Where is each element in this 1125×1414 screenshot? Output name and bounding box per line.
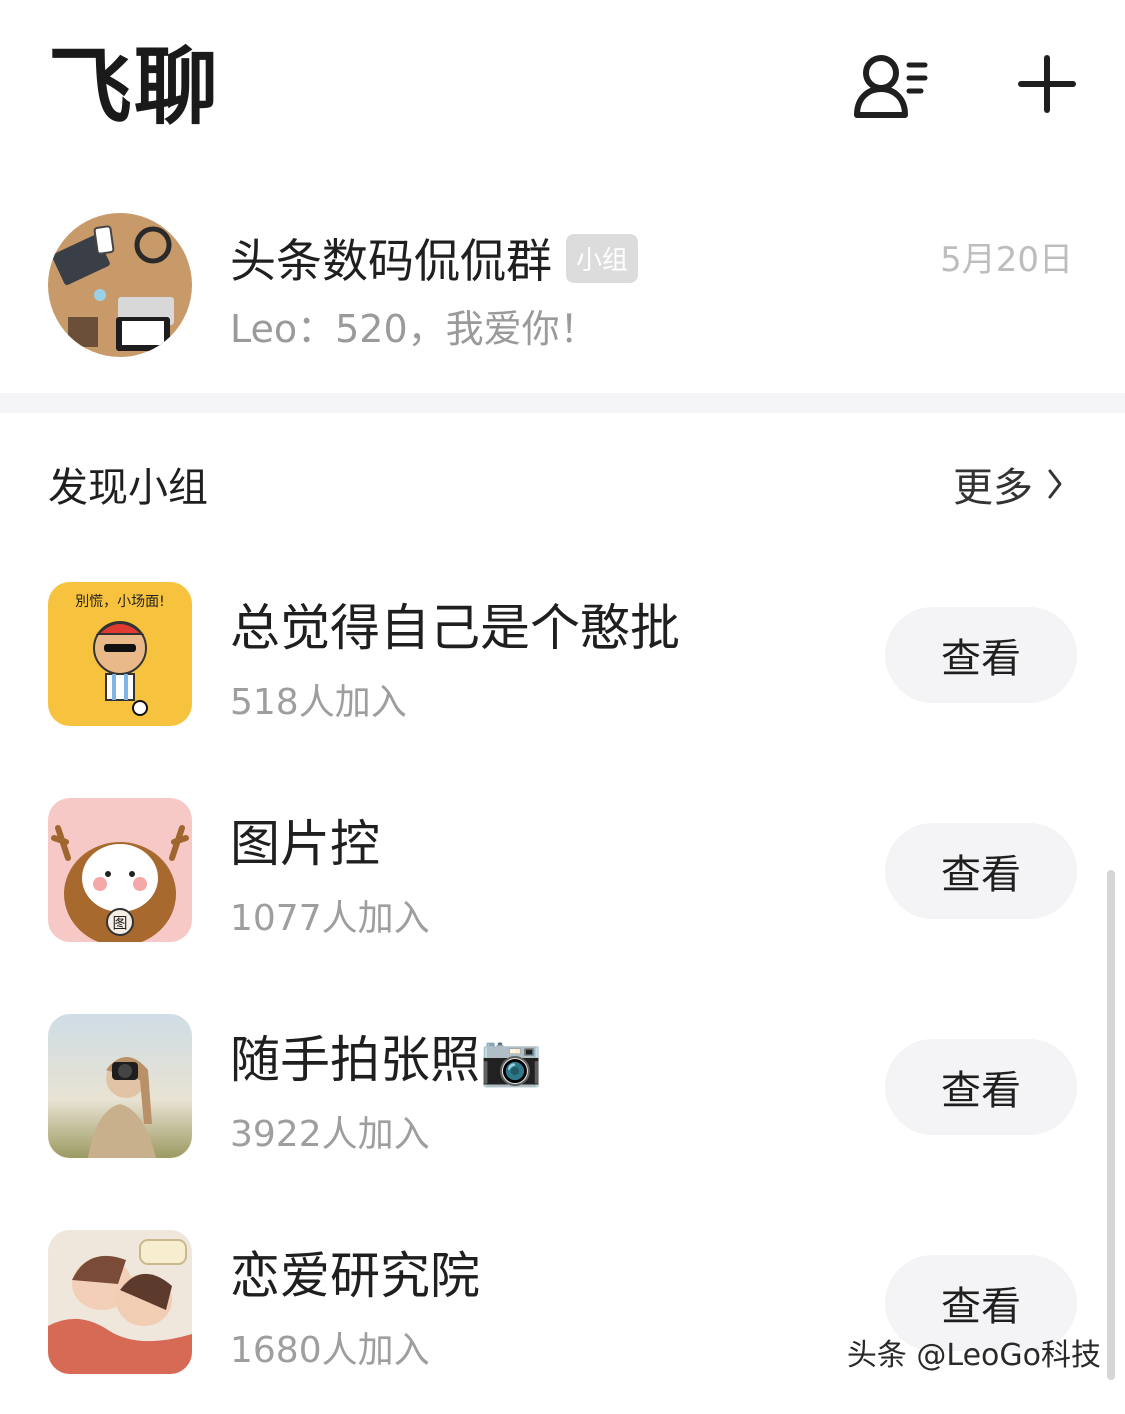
contacts-button[interactable] xyxy=(848,44,932,128)
section-divider xyxy=(0,393,1125,413)
group-avatar: 別慌，小场面! xyxy=(48,582,192,726)
contacts-icon xyxy=(854,55,928,118)
plus-icon xyxy=(1018,55,1076,113)
view-button[interactable]: 查看 xyxy=(885,607,1077,703)
more-link[interactable]: 更多 xyxy=(953,455,1063,513)
group-member-count: 1680人加入 xyxy=(230,1330,430,1371)
group-member-count: 3922人加入 xyxy=(230,1114,430,1155)
section-title: 发现小组 xyxy=(48,465,208,511)
svg-text:图: 图 xyxy=(112,914,127,932)
add-button[interactable] xyxy=(1005,42,1089,126)
view-button[interactable]: 查看 xyxy=(885,823,1077,919)
svg-text:別慌，小场面!: 別慌，小场面! xyxy=(75,594,165,610)
group-avatar xyxy=(48,1230,192,1374)
group-tag-badge: 小组 xyxy=(566,233,639,283)
group-avatar xyxy=(48,213,192,357)
group-member-count: 1077人加入 xyxy=(230,898,430,939)
chat-title: 头条数码侃侃群 小组 xyxy=(230,225,639,291)
watermark-text: 头条 @LeoGo科技 xyxy=(846,1338,1101,1373)
group-avatar: 图 xyxy=(48,798,192,942)
page-title: 飞聊 xyxy=(48,38,221,136)
scrollbar[interactable] xyxy=(1107,870,1115,1380)
chat-timestamp: 5月20日 xyxy=(940,240,1073,280)
more-label: 更多 xyxy=(953,465,1033,511)
group-member-count: 518人加入 xyxy=(230,682,407,723)
group-name: 图片控 xyxy=(230,815,380,873)
chat-name: 头条数码侃侃群 xyxy=(230,234,552,288)
group-name: 总觉得自己是个憨批 xyxy=(230,599,680,657)
chevron-right-icon xyxy=(1048,469,1062,499)
group-name: 恋爱研究院 xyxy=(230,1247,480,1305)
group-avatar xyxy=(48,1014,192,1158)
chat-last-message: Leo：520，我爱你！ xyxy=(230,307,598,351)
view-button[interactable]: 查看 xyxy=(885,1039,1077,1135)
group-name: 随手拍张照📷 xyxy=(230,1031,543,1089)
